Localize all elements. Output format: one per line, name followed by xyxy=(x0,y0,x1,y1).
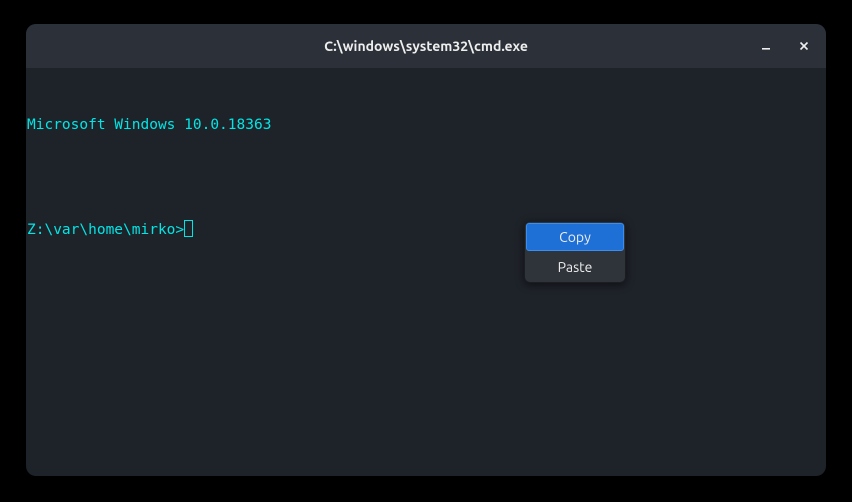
context-menu: Copy Paste xyxy=(524,221,626,283)
close-icon xyxy=(799,41,809,51)
terminal-line: Microsoft Windows 10.0.18363 xyxy=(26,115,826,136)
prompt-line: Z:\var\home\mirko> xyxy=(26,220,826,241)
minimize-button[interactable] xyxy=(754,34,778,58)
menu-item-paste[interactable]: Paste xyxy=(525,252,625,282)
window-title: C:\windows\system32\cmd.exe xyxy=(324,38,528,54)
prompt-text: Z:\var\home\mirko> xyxy=(27,222,184,238)
terminal-output[interactable]: Microsoft Windows 10.0.18363 Z:\var\home… xyxy=(26,68,826,476)
window-controls xyxy=(754,24,816,68)
minimize-icon xyxy=(761,41,771,51)
cursor xyxy=(184,220,193,237)
terminal-window: C:\windows\system32\cmd.exe Microsoft Wi… xyxy=(26,24,826,476)
menu-item-copy[interactable]: Copy xyxy=(526,223,624,251)
titlebar[interactable]: C:\windows\system32\cmd.exe xyxy=(26,24,826,68)
close-button[interactable] xyxy=(792,34,816,58)
